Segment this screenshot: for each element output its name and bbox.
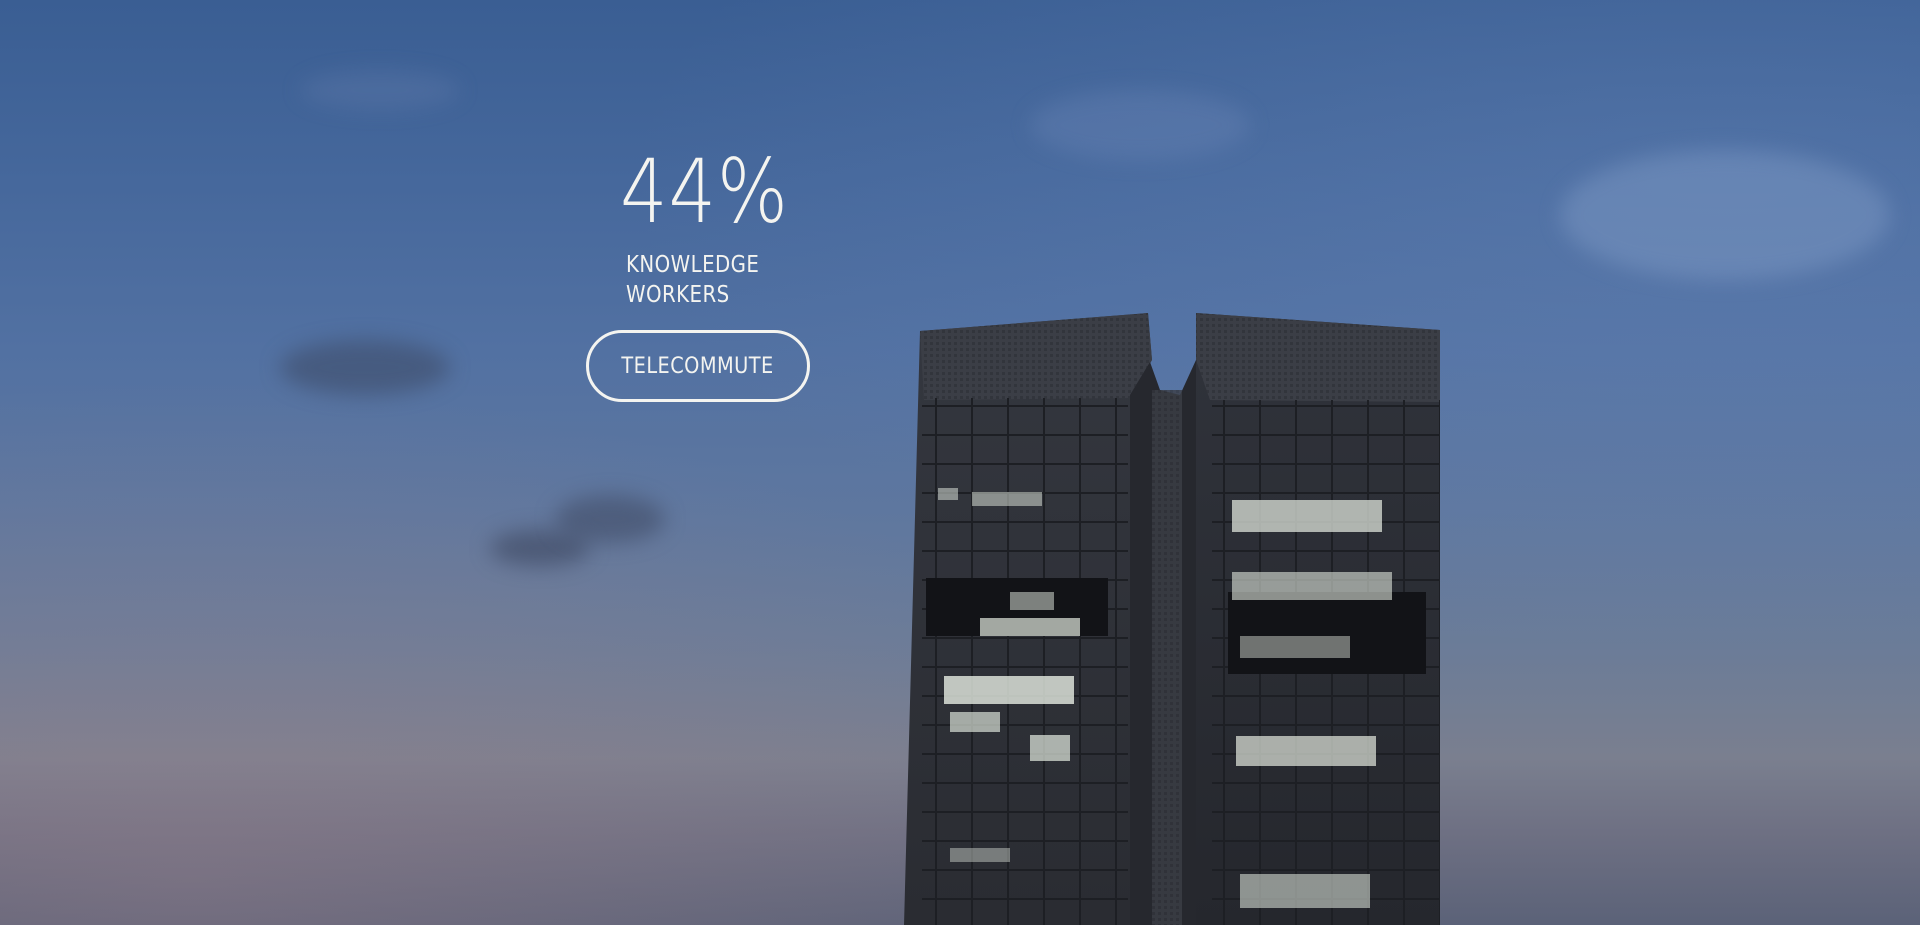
telecommute-button[interactable]: TELECOMMUTE — [586, 330, 810, 402]
telecommute-button-label: TELECOMMUTE — [621, 353, 775, 379]
stat-value: 44% — [620, 140, 789, 243]
stat-label-line1: KNOWLEDGE — [626, 252, 760, 278]
background-scene — [0, 0, 1920, 925]
office-tower — [904, 313, 1440, 925]
stat-label: KNOWLEDGE WORKERS — [626, 250, 815, 310]
stat-label-line2: WORKERS — [626, 282, 730, 308]
